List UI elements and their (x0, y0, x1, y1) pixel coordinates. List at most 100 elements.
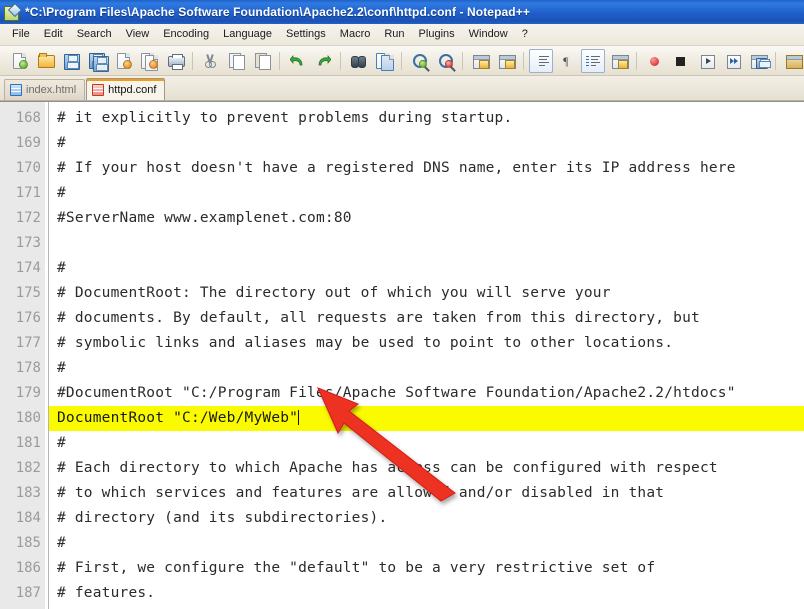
sync-horizontal-scroll-button[interactable] (494, 49, 518, 73)
toolbar-separator (401, 51, 402, 70)
stop-record-macro-button[interactable] (668, 49, 692, 73)
save-all-button[interactable] (85, 49, 109, 73)
print-button[interactable] (163, 49, 187, 73)
line-number: 175 (15, 285, 41, 301)
notepadpp-window: *C:\Program Files\Apache Software Founda… (0, 0, 804, 609)
line-number: 176 (15, 310, 41, 326)
save-all-icon (88, 52, 109, 72)
start-record-macro-icon (646, 53, 663, 69)
line-number: 169 (15, 135, 41, 151)
line-number: 171 (15, 185, 41, 201)
toolbar-separator (775, 51, 776, 70)
tab-label: index.html (26, 84, 77, 96)
run-button[interactable] (781, 49, 804, 73)
line-number: 187 (15, 585, 41, 601)
close-file-button[interactable] (111, 49, 135, 73)
document-tab-bar: index.html httpd.conf (0, 76, 804, 101)
menu-item-window[interactable]: Window (462, 26, 515, 44)
find-button[interactable] (346, 49, 370, 73)
line-number: 168 (15, 110, 41, 126)
close-all-files-button[interactable] (137, 49, 161, 73)
zoom-out-button[interactable] (433, 49, 457, 73)
menu-item-search[interactable]: Search (70, 26, 119, 44)
menu-item-macro[interactable]: Macro (333, 26, 378, 44)
code-line-highlighted: DocumentRoot "C:/Web/MyWeb" (49, 406, 804, 431)
line-number: 182 (15, 460, 41, 476)
code-line: # to which services and features are all… (57, 485, 665, 501)
menu-item-view[interactable]: View (119, 26, 157, 44)
tab-httpd-conf[interactable]: httpd.conf (86, 78, 166, 100)
close-all-files-icon (140, 52, 158, 71)
undo-icon (289, 53, 306, 69)
run-macro-multiple-icon (724, 53, 741, 69)
line-number: 172 (15, 210, 41, 226)
playback-macro-button[interactable] (694, 49, 718, 73)
line-number: 178 (15, 360, 41, 376)
toolbar-separator (636, 51, 637, 70)
save-macro-icon (750, 53, 771, 69)
code-line: #DocumentRoot "C:/Program Files/Apache S… (57, 385, 736, 401)
code-line: # If your host doesn't have a registered… (57, 160, 736, 176)
sync-vertical-scroll-button[interactable] (468, 49, 492, 73)
line-number: 184 (15, 510, 41, 526)
user-defined-language-button[interactable] (607, 49, 631, 73)
save-macro-button[interactable] (746, 49, 771, 73)
blue-file-icon (10, 84, 22, 96)
zoom-out-icon (437, 53, 454, 69)
text-caret (298, 410, 300, 425)
line-number: 186 (15, 560, 41, 576)
line-number: 173 (15, 235, 41, 251)
cut-button[interactable] (198, 49, 222, 73)
tab-index-html[interactable]: index.html (4, 79, 86, 100)
line-number-gutter: 168 169 170 171 172 173 174 175 176 177 … (0, 102, 49, 609)
paste-button[interactable] (250, 49, 274, 73)
print-icon (167, 53, 185, 70)
red-file-icon (92, 83, 105, 96)
new-file-button[interactable] (7, 49, 31, 73)
stop-record-macro-icon (672, 53, 689, 69)
start-record-macro-button[interactable] (642, 49, 666, 73)
toolbar-separator (192, 51, 193, 70)
new-file-icon (11, 52, 28, 69)
zoom-in-button[interactable] (407, 49, 431, 73)
text-editor[interactable]: 168 169 170 171 172 173 174 175 176 177 … (0, 101, 804, 609)
close-file-icon (115, 52, 132, 69)
menu-item-edit[interactable]: Edit (37, 26, 70, 44)
sync-horizontal-scroll-icon (498, 53, 516, 69)
show-all-characters-button[interactable]: ¶ (555, 49, 579, 73)
tab-label: httpd.conf (108, 83, 157, 96)
save-button[interactable] (59, 49, 83, 73)
code-line: # (57, 535, 66, 551)
line-number: 181 (15, 435, 41, 451)
notepad-plus-plus-icon (4, 2, 23, 21)
paste-icon (254, 52, 271, 70)
replace-button[interactable] (372, 49, 396, 73)
cut-icon (202, 53, 219, 69)
copy-button[interactable] (224, 49, 248, 73)
toolbar: ¶ (0, 46, 804, 76)
code-line: # (57, 360, 66, 376)
word-wrap-button[interactable] (529, 48, 553, 73)
code-line: # features. (57, 585, 156, 601)
code-line: # DocumentRoot: The directory out of whi… (57, 285, 611, 301)
code-line: # directory (and its subdirectories). (57, 510, 388, 526)
menu-item-file[interactable]: File (5, 26, 37, 44)
run-macro-multiple-button[interactable] (720, 49, 744, 73)
menu-item-language[interactable]: Language (216, 26, 279, 44)
menu-item-settings[interactable]: Settings (279, 26, 333, 44)
toolbar-separator (279, 51, 280, 70)
redo-button[interactable] (311, 49, 335, 73)
undo-button[interactable] (285, 49, 309, 73)
menu-item-plugins[interactable]: Plugins (412, 26, 462, 44)
code-line: # (57, 435, 66, 451)
code-line: #ServerName www.examplenet.com:80 (57, 210, 352, 226)
zoom-in-icon (411, 53, 428, 69)
indent-guideline-button[interactable] (581, 48, 605, 73)
code-area[interactable]: # it explicitly to prevent problems duri… (49, 102, 804, 609)
menu-item-help[interactable]: ? (515, 26, 535, 44)
menu-item-encoding[interactable]: Encoding (156, 26, 216, 44)
toolbar-separator (340, 51, 341, 70)
menu-item-run[interactable]: Run (377, 26, 411, 44)
code-line: # (57, 260, 66, 276)
open-file-button[interactable] (33, 49, 57, 73)
